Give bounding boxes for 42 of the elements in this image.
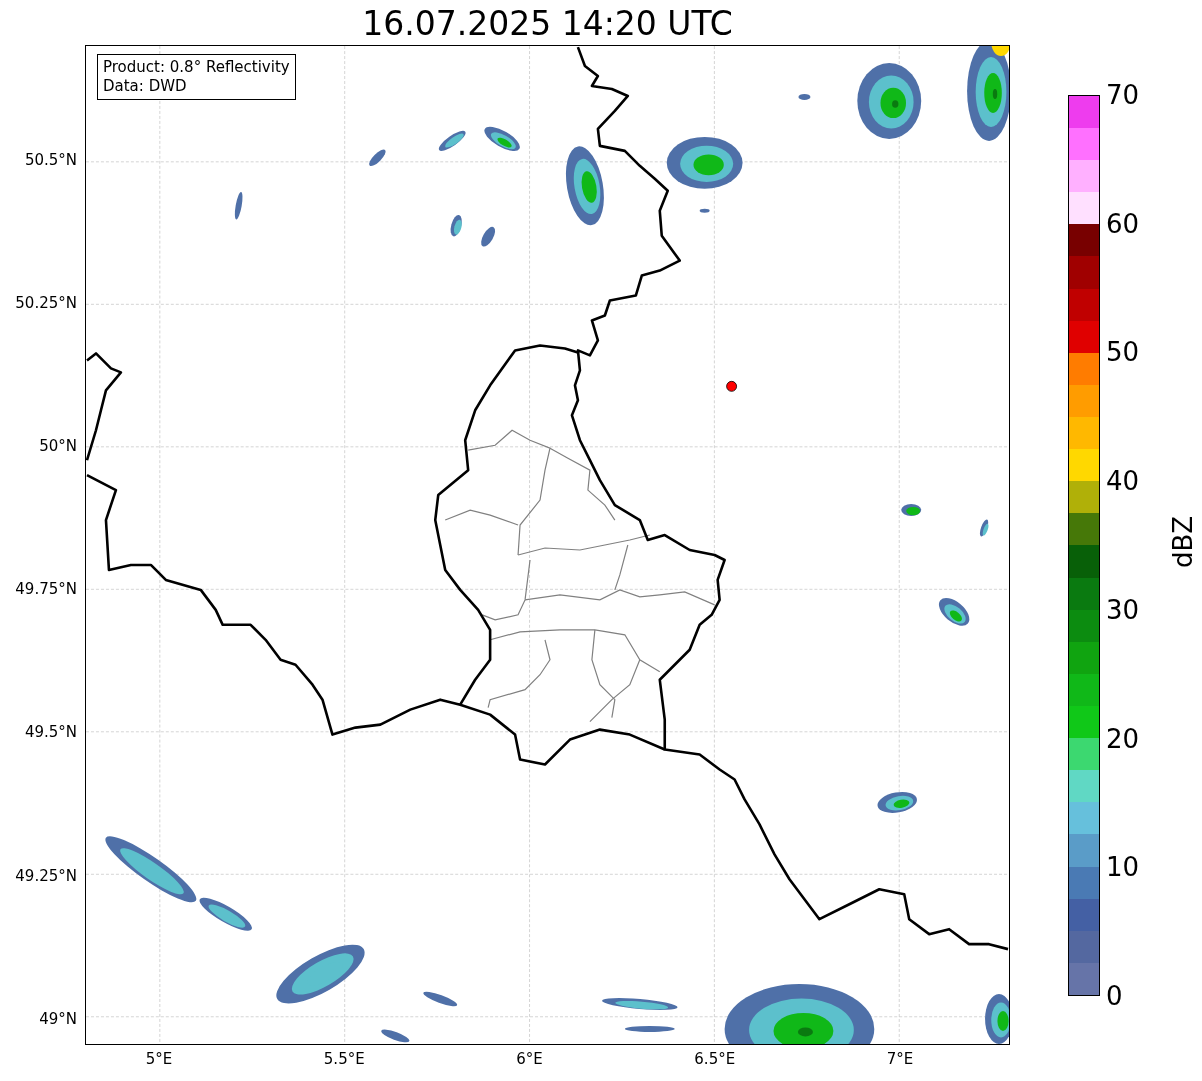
radar-echo	[481, 226, 496, 247]
radar-echo	[381, 1029, 410, 1043]
axis-tick-label: 7°E	[885, 1050, 915, 1068]
annotation-text: Data: DWD	[103, 77, 188, 96]
radar-echo	[699, 208, 710, 213]
axis-tick-label: 50.5°N	[24, 151, 77, 169]
colorbar-tick-label: 50	[1106, 337, 1140, 368]
axis-tick-label: 49.75°N	[15, 580, 77, 599]
radar-echo	[234, 192, 243, 220]
radar-echo	[979, 519, 989, 537]
radar-site-marker	[726, 380, 737, 392]
colorbar-tick-label: 70	[1106, 80, 1140, 110]
radar-echo	[438, 130, 466, 151]
radar-echo	[798, 94, 811, 100]
annotation-text: Product: 0.8° Reflectivity	[103, 58, 290, 77]
radar-echo	[877, 792, 917, 813]
chart-title: 16.07.2025 14:20 UTC	[361, 4, 734, 43]
colorbar-tick-label: 10	[1106, 852, 1140, 883]
axis-tick-label: 49°N	[39, 1009, 77, 1028]
axis-tick-label: 50°N	[39, 437, 77, 456]
radar-echo	[624, 1025, 675, 1032]
axis-tick-label: 5.5°E	[322, 1050, 366, 1068]
axis-tick-label: 6°E	[515, 1050, 544, 1068]
colorbar-label: dBZ	[1168, 514, 1198, 571]
axis-tick-label: 5°E	[144, 1050, 174, 1068]
radar-echo	[484, 126, 520, 151]
radar-echo	[423, 991, 458, 1007]
radar-echo	[450, 215, 462, 237]
radar-echo	[938, 598, 970, 626]
axis-tick-label: 6.5°E	[693, 1050, 737, 1068]
colorbar-tick-label: 0	[1106, 980, 1123, 1011]
radar-echo	[369, 149, 386, 167]
radar-echo	[901, 504, 922, 517]
axis-tick-label: 49.5°N	[24, 723, 77, 742]
colorbar-tick-label: 60	[1106, 208, 1140, 239]
colorbar-tick-label: 20	[1106, 723, 1140, 754]
colorbar-tick-label: 30	[1106, 594, 1140, 625]
colorbar-tick-label: 40	[1106, 466, 1140, 497]
radar-echo	[199, 897, 252, 931]
axis-tick-label: 49.25°N	[15, 866, 77, 885]
radar-echo	[985, 994, 1009, 1044]
axis-tick-label: 50.25°N	[15, 294, 77, 313]
